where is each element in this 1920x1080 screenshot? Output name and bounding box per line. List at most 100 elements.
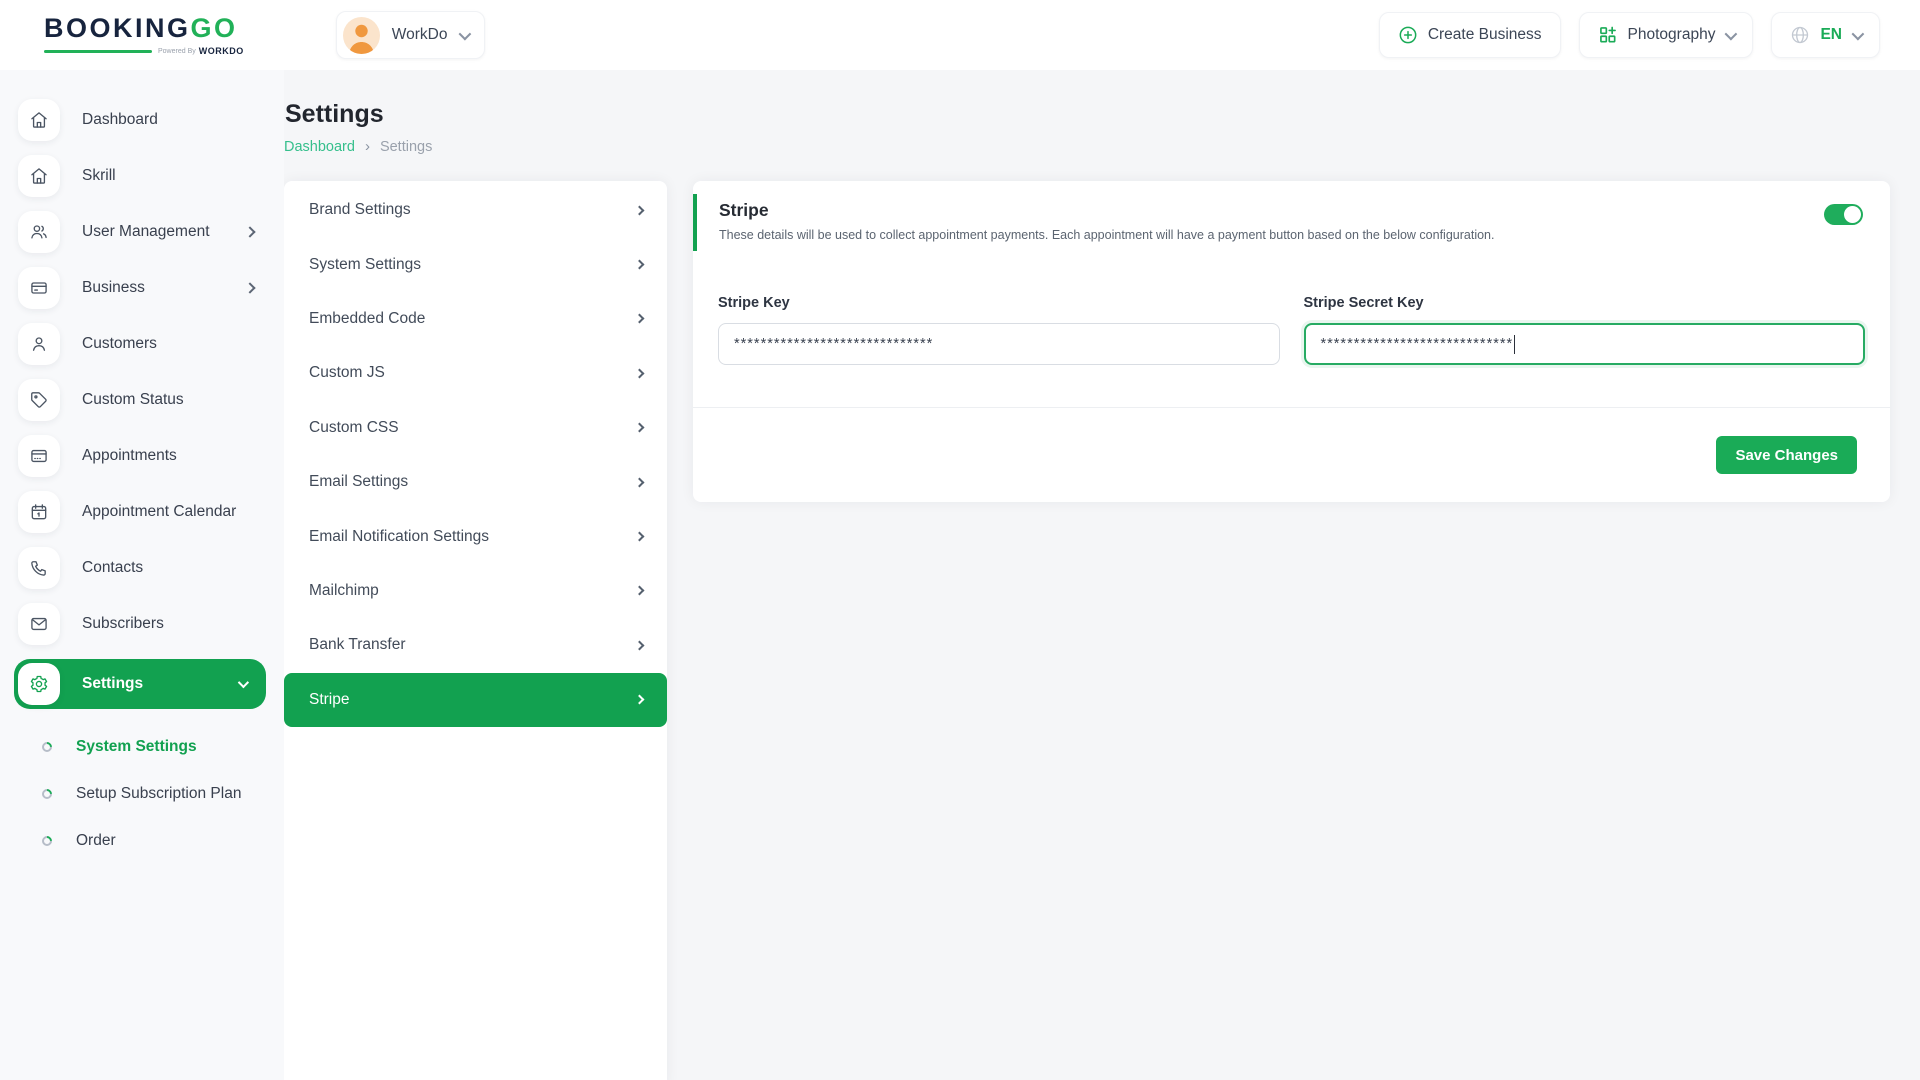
sidebar-item-label: Settings [82, 675, 143, 693]
user-icon [18, 323, 60, 365]
settings-menu-item-brand-settings[interactable]: Brand Settings [284, 183, 667, 237]
sidebar-item-subscribers[interactable]: Subscribers [14, 603, 266, 645]
stripe-key-label: Stripe Key [718, 295, 1280, 311]
menu-item-label: Email Settings [309, 473, 408, 491]
stripe-panel-footer: Save Changes [693, 407, 1890, 502]
stripe-secret-key-label: Stripe Secret Key [1304, 295, 1866, 311]
workspace-label: WorkDo [392, 26, 448, 44]
chevron-right-icon [244, 226, 255, 237]
sidebar-item-label: Skrill [82, 167, 116, 185]
language-dropdown[interactable]: EN [1771, 12, 1880, 58]
menu-item-label: Custom CSS [309, 419, 399, 437]
menu-item-label: Stripe [309, 691, 350, 709]
create-business-label: Create Business [1428, 26, 1542, 44]
phone-icon [18, 547, 60, 589]
stripe-key-input[interactable]: ****************************** [718, 323, 1280, 365]
menu-item-label: Mailchimp [309, 582, 379, 600]
sidebar-subitem-label: Setup Subscription Plan [76, 785, 241, 803]
powered-by-text: Powered By [158, 48, 196, 55]
settings-menu-item-embedded-code[interactable]: Embedded Code [284, 292, 667, 346]
tag-icon [18, 379, 60, 421]
sidebar-item-label: Appointment Calendar [82, 503, 236, 521]
stripe-secret-key-field-group: Stripe Secret Key **********************… [1304, 295, 1866, 365]
sidebar-item-contacts[interactable]: Contacts [14, 547, 266, 589]
workspace-dropdown[interactable]: WorkDo [336, 11, 486, 59]
breadcrumb-dashboard-link[interactable]: Dashboard [284, 139, 355, 155]
chevron-down-icon [1852, 27, 1865, 40]
sidebar-item-skrill[interactable]: Skrill [14, 155, 266, 197]
home-icon [18, 99, 60, 141]
toggle-knob [1844, 206, 1861, 223]
chevron-right-icon [635, 586, 645, 596]
sidebar-subitem-order[interactable]: Order [14, 817, 266, 864]
create-business-button[interactable]: Create Business [1379, 12, 1561, 58]
sidebar-subitem-setup-subscription-plan[interactable]: Setup Subscription Plan [14, 770, 266, 817]
chevron-right-icon [635, 205, 645, 215]
chevron-down-icon [459, 27, 472, 40]
menu-item-label: Custom JS [309, 364, 385, 382]
settings-menu-item-bank-transfer[interactable]: Bank Transfer [284, 618, 667, 672]
sidebar-item-label: Dashboard [82, 111, 158, 129]
chevron-right-icon [635, 314, 645, 324]
card-icon [18, 435, 60, 477]
save-changes-button[interactable]: Save Changes [1716, 436, 1857, 474]
settings-menu-item-email-settings[interactable]: Email Settings [284, 455, 667, 509]
logo-tagline: Powered By WORKDO [44, 47, 244, 56]
settings-menu-item-mailchimp[interactable]: Mailchimp [284, 564, 667, 618]
chevron-down-icon [1725, 27, 1738, 40]
credit-card-icon [18, 267, 60, 309]
sidebar-item-business[interactable]: Business [14, 267, 266, 309]
settings-menu-item-system-settings[interactable]: System Settings [284, 237, 667, 291]
mail-icon [18, 603, 60, 645]
settings-menu-item-custom-js[interactable]: Custom JS [284, 346, 667, 400]
circle-bullet-icon [40, 739, 54, 753]
menu-item-label: Brand Settings [309, 201, 411, 219]
sidebar-item-label: Appointments [82, 447, 177, 465]
stripe-secret-key-input[interactable]: ***************************** [1304, 323, 1866, 365]
chevron-down-icon [238, 677, 249, 688]
sidebar-item-label: Subscribers [82, 615, 164, 633]
sidebar-subitem-system-settings[interactable]: System Settings [14, 723, 266, 770]
chevron-right-icon [635, 260, 645, 270]
breadcrumb-separator: › [365, 138, 370, 155]
sidebar-item-customers[interactable]: Customers [14, 323, 266, 365]
sidebar-subitem-label: Order [76, 832, 116, 850]
sidebar-item-appointment-calendar[interactable]: Appointment Calendar [14, 491, 266, 533]
stripe-secret-key-value: ***************************** [1321, 336, 1514, 352]
stripe-key-value: ****************************** [734, 336, 933, 352]
settings-menu-item-email-notification-settings[interactable]: Email Notification Settings [284, 509, 667, 563]
chevron-right-icon [635, 532, 645, 542]
bookinggo-logo[interactable]: BOOKINGGO Powered By WORKDO [44, 15, 244, 56]
sidebar-item-user-management[interactable]: User Management [14, 211, 266, 253]
chevron-right-icon [635, 640, 645, 650]
stripe-panel-description: These details will be used to collect ap… [719, 228, 1864, 242]
settings-menu-item-stripe[interactable]: Stripe [284, 673, 667, 727]
settings-menu-item-custom-css[interactable]: Custom CSS [284, 401, 667, 455]
business-selector-dropdown[interactable]: Photography [1579, 12, 1754, 58]
chevron-right-icon [635, 368, 645, 378]
menu-item-label: Email Notification Settings [309, 528, 489, 546]
powered-brand-text: WORKDO [199, 47, 244, 56]
sidebar: Dashboard Skrill User Management Busines… [0, 70, 284, 1080]
sidebar-item-settings[interactable]: Settings [14, 659, 266, 709]
menu-item-label: Embedded Code [309, 310, 425, 328]
logo-text: BOOKINGGO [44, 15, 244, 42]
sidebar-item-label: Customers [82, 335, 157, 353]
sidebar-item-label: Business [82, 279, 145, 297]
stripe-form: Stripe Key *****************************… [693, 252, 1890, 407]
sidebar-item-dashboard[interactable]: Dashboard [14, 99, 266, 141]
text-cursor [1514, 335, 1515, 354]
chevron-right-icon [635, 695, 645, 705]
sidebar-item-appointments[interactable]: Appointments [14, 435, 266, 477]
stripe-enabled-toggle[interactable] [1824, 204, 1863, 225]
breadcrumb: Dashboard › Settings [284, 138, 1890, 155]
chevron-right-icon [244, 282, 255, 293]
main-content: Settings Dashboard › Settings Brand Sett… [284, 0, 1920, 1080]
sidebar-item-label: Custom Status [82, 391, 184, 409]
language-code: EN [1820, 26, 1842, 44]
avatar [343, 17, 380, 54]
menu-item-label: Bank Transfer [309, 636, 406, 654]
globe-icon [1790, 25, 1810, 45]
page-title: Settings [285, 100, 1890, 129]
sidebar-item-custom-status[interactable]: Custom Status [14, 379, 266, 421]
